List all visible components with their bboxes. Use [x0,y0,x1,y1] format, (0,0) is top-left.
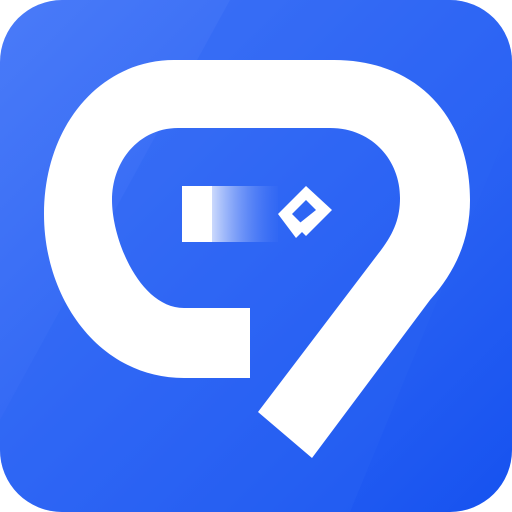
app-icon [0,0,512,512]
app-logo-icon [0,0,512,512]
